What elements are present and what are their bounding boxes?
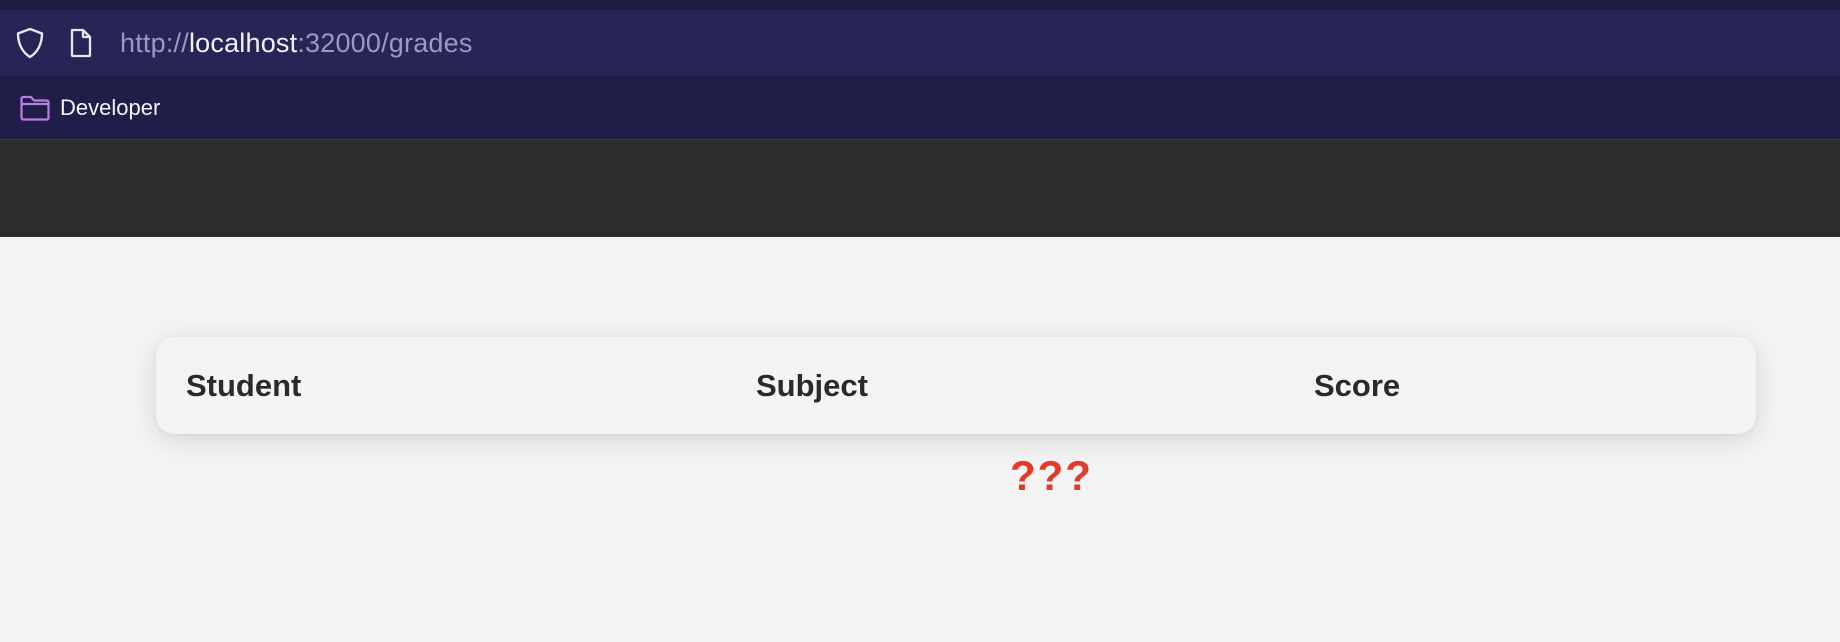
error-placeholder: ??? — [1010, 452, 1093, 499]
bookmark-label: Developer — [60, 94, 161, 120]
address-bar[interactable]: http://localhost:32000/grades — [0, 10, 1840, 76]
column-header-subject: Subject — [756, 368, 868, 403]
url-host: localhost — [188, 27, 298, 58]
grades-table-header: Student Subject Score — [156, 337, 1756, 434]
browser-top-strip — [0, 0, 1840, 10]
bookmark-developer[interactable]: Developer — [19, 94, 160, 122]
page-icon — [66, 26, 96, 60]
column-header-score: Score — [1314, 368, 1401, 403]
url-path: :32000/grades — [297, 27, 473, 58]
shield-icon[interactable] — [14, 26, 46, 60]
column-header-student: Student — [186, 368, 302, 403]
folder-icon — [19, 94, 51, 122]
url-text[interactable]: http://localhost:32000/grades — [120, 28, 473, 59]
main-content: Student Subject Score ??? — [0, 237, 1840, 642]
app-header — [0, 140, 1840, 237]
bookmarks-bar: Developer — [0, 76, 1840, 140]
url-scheme: http:// — [120, 27, 189, 58]
